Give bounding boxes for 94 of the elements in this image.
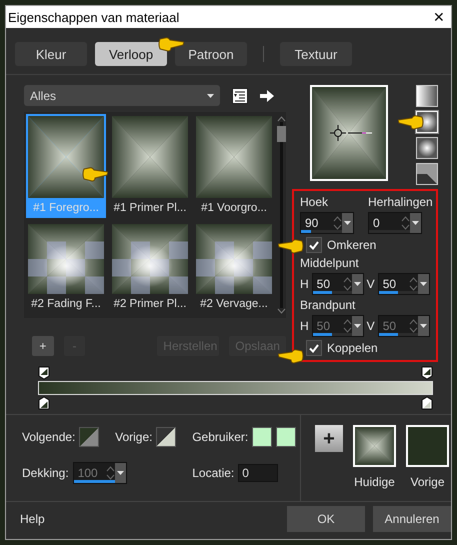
label: Huidige [354, 475, 395, 489]
ok-button[interactable]: OK [287, 506, 365, 532]
tab[interactable]: Patroon [175, 42, 247, 66]
tab[interactable]: Textuur [280, 42, 352, 66]
spin-value: 50 [316, 277, 332, 291]
caret-icon [344, 221, 351, 225]
number-spinbox[interactable]: 50 [378, 273, 430, 295]
spin-dropdown-button[interactable] [418, 316, 429, 336]
location-field[interactable]: 0 [238, 464, 278, 482]
list-button[interactable]: + [32, 336, 54, 356]
gradient-style-button[interactable] [416, 85, 438, 107]
spin-dropdown-button[interactable] [410, 213, 421, 233]
pointing-hand-icon [82, 166, 108, 182]
color-stop-icon[interactable] [38, 366, 50, 380]
label: Herhalingen [368, 195, 433, 209]
checkbox[interactable] [306, 340, 322, 356]
gradient-preset[interactable]: #2 Vervage... [194, 222, 274, 314]
pointing-hand-icon [158, 36, 184, 52]
label: Brandpunt [300, 298, 356, 312]
label: Locatie: [192, 466, 234, 480]
caret-icon [412, 221, 419, 225]
check-icon [309, 240, 319, 250]
gradient-preset[interactable]: #2 Primer Pl... [110, 222, 190, 314]
checkbox[interactable] [306, 237, 322, 253]
spin-value: 50 [316, 319, 332, 333]
label: Vorige [410, 475, 445, 489]
spin-dropdown-button[interactable] [352, 316, 363, 336]
pointing-hand-icon [398, 114, 424, 130]
scroll-down-icon[interactable] [276, 308, 286, 314]
label: Hoek [300, 195, 330, 209]
radial-style-icon [417, 138, 437, 158]
tab[interactable]: Kleur [15, 42, 87, 66]
spin-value: 0 [372, 216, 381, 230]
cancel-button[interactable]: Annuleren [373, 506, 451, 532]
spin-dropdown-button[interactable] [352, 274, 363, 294]
label: H [300, 319, 309, 333]
window-title: Eigenschappen van materiaal [8, 10, 180, 24]
spin-value: 100 [76, 466, 99, 480]
label: Volgende: [22, 430, 76, 444]
add-button[interactable]: + [315, 425, 343, 452]
user-color-swatch[interactable] [276, 427, 296, 447]
gradient-preset[interactable]: #1 Voorgro... [194, 114, 274, 218]
sunburst-style-icon [417, 164, 437, 184]
previous-gradient-swatch[interactable] [406, 425, 449, 467]
gradient-preset[interactable]: #2 Fading F... [26, 222, 106, 314]
spin-dropdown-button[interactable] [418, 274, 429, 294]
close-button[interactable]: ✕ [431, 9, 447, 25]
list-view-icon[interactable] [232, 88, 248, 104]
label: Middelpunt [300, 256, 360, 270]
scroll-thumb[interactable] [276, 126, 286, 142]
gradient-style-button[interactable] [416, 163, 438, 185]
repeats-spinbox[interactable]: 0 [368, 212, 422, 234]
link-checkbox[interactable]: Koppelen [300, 340, 432, 356]
current-gradient-swatch[interactable] [353, 425, 396, 467]
gradient-style-button[interactable] [416, 137, 438, 159]
spin-value: 50 [382, 319, 398, 333]
color-stop-icon[interactable] [421, 396, 433, 410]
previous-color-swatch[interactable] [156, 427, 176, 447]
angle-spinbox[interactable]: 90 [300, 212, 354, 234]
caret-icon [207, 94, 214, 98]
label: Dekking: [22, 466, 69, 480]
user-color-swatch[interactable] [252, 427, 272, 447]
tab[interactable]: Verloop [95, 42, 167, 66]
color-stop-icon[interactable] [38, 396, 50, 410]
color-stop-icon[interactable] [421, 366, 433, 380]
arrow-right-icon[interactable] [260, 90, 274, 102]
gradient-bar[interactable] [38, 381, 433, 395]
help-link[interactable]: Help [20, 512, 279, 526]
linear-style-icon [417, 86, 437, 106]
spin-dropdown-button[interactable] [342, 213, 353, 233]
pointing-hand-icon [278, 348, 304, 364]
caret-icon [420, 324, 427, 328]
invert-checkbox[interactable]: Omkeren [300, 237, 432, 253]
label: Gebruiker: [192, 430, 248, 444]
caret-icon [354, 282, 361, 286]
label: V [366, 319, 375, 333]
label: H [300, 277, 309, 291]
next-color-swatch[interactable] [79, 427, 100, 447]
gradient-preset[interactable]: #1 Primer Pl... [110, 114, 190, 218]
check-icon [309, 344, 319, 352]
spin-arrows-icon[interactable] [401, 216, 410, 230]
caret-icon [354, 324, 361, 328]
scroll-up-icon[interactable] [276, 116, 286, 122]
number-spinbox[interactable]: 50 [312, 273, 364, 295]
caret-icon [420, 282, 427, 286]
spin-value: 50 [382, 277, 398, 291]
spin-value: 90 [304, 216, 320, 230]
label: Vorige: [115, 430, 152, 444]
pointing-hand-icon [278, 238, 304, 254]
spin-dropdown-button[interactable] [114, 463, 126, 483]
label: V [366, 277, 375, 291]
caret-icon [116, 471, 124, 475]
category-dropdown[interactable]: Alles [24, 85, 220, 106]
spin-arrows-icon[interactable] [333, 216, 342, 230]
